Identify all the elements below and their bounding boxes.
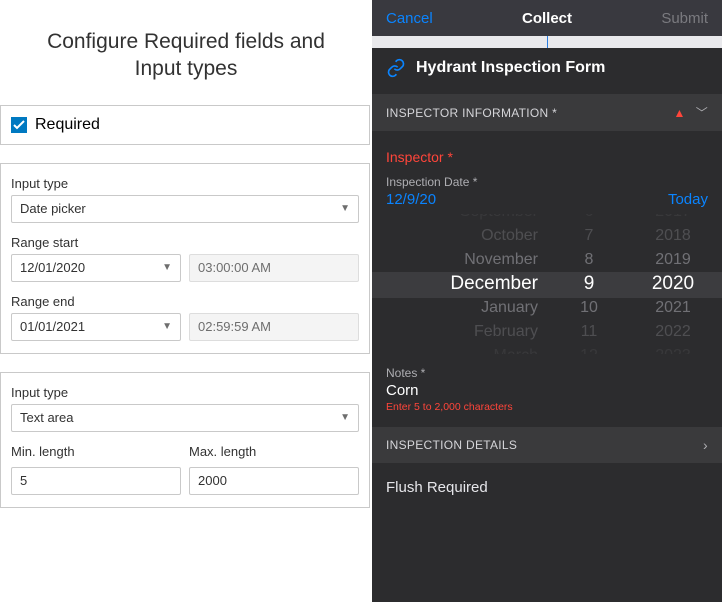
- chevron-down-icon: ▼: [162, 321, 172, 332]
- max-length-value: 2000: [198, 473, 227, 488]
- section-details-label: INSPECTION DETAILS: [386, 438, 517, 452]
- min-length-label: Min. length: [11, 444, 181, 459]
- section-details[interactable]: INSPECTION DETAILS ›: [372, 427, 722, 463]
- inspection-date-value[interactable]: 12/9/20: [386, 191, 436, 208]
- min-length-value: 5: [20, 473, 27, 488]
- form-title: Hydrant Inspection Form: [416, 59, 605, 77]
- range-start-label: Range start: [11, 235, 359, 250]
- chevron-down-icon: ▼: [162, 262, 172, 273]
- input-type-value: Text area: [20, 410, 73, 425]
- chevron-down-icon: ▼: [340, 203, 350, 214]
- range-end-time[interactable]: 02:59:59 AM: [189, 313, 359, 341]
- section-inspector-label: INSPECTOR INFORMATION *: [386, 106, 557, 120]
- chevron-right-icon: ›: [703, 437, 708, 453]
- form-sheet: Hydrant Inspection Form INSPECTOR INFORM…: [372, 44, 722, 602]
- input-type-label: Input type: [11, 176, 359, 191]
- range-start-date[interactable]: 12/01/2020 ▼: [11, 254, 181, 282]
- range-end-time-value: 02:59:59 AM: [198, 319, 271, 334]
- inspection-date-label: Inspection Date *: [386, 175, 708, 189]
- input-type-select-text[interactable]: Text area ▼: [11, 404, 359, 432]
- required-panel: Required: [0, 105, 370, 145]
- flush-required-row[interactable]: Flush Required: [372, 463, 722, 512]
- date-picker[interactable]: September October November December Janu…: [372, 214, 722, 354]
- form-header: Hydrant Inspection Form: [372, 44, 722, 94]
- input-type-label: Input type: [11, 385, 359, 400]
- required-label: Required: [35, 116, 100, 134]
- notes-input[interactable]: Corn: [386, 382, 708, 399]
- text-input-panel: Input type Text area ▼ Min. length 5 Max…: [0, 372, 370, 508]
- required-checkbox[interactable]: [11, 117, 27, 133]
- cancel-button[interactable]: Cancel: [386, 10, 433, 27]
- max-length-input[interactable]: 2000: [189, 467, 359, 495]
- date-input-panel: Input type Date picker ▼ Range start 12/…: [0, 163, 370, 354]
- max-length-label: Max. length: [189, 444, 359, 459]
- range-start-date-value: 12/01/2020: [20, 260, 85, 275]
- map-strip: [372, 36, 722, 48]
- range-end-date-value: 01/01/2021: [20, 319, 85, 334]
- chevron-down-icon: ▼: [340, 412, 350, 423]
- input-type-select[interactable]: Date picker ▼: [11, 195, 359, 223]
- submit-button[interactable]: Submit: [661, 10, 708, 27]
- warning-icon: ▲: [674, 106, 686, 120]
- range-start-time[interactable]: 03:00:00 AM: [189, 254, 359, 282]
- nav-bar: Cancel Collect Submit: [372, 0, 722, 36]
- range-start-time-value: 03:00:00 AM: [198, 260, 271, 275]
- notes-label: Notes *: [386, 366, 708, 380]
- section-inspector[interactable]: INSPECTOR INFORMATION * ▲ ﹀: [372, 94, 722, 131]
- input-type-value: Date picker: [20, 201, 86, 216]
- range-end-date[interactable]: 01/01/2021 ▼: [11, 313, 181, 341]
- notes-hint: Enter 5 to 2,000 characters: [386, 401, 708, 413]
- today-button[interactable]: Today: [668, 191, 708, 208]
- range-end-label: Range end: [11, 294, 359, 309]
- link-icon: [386, 58, 406, 78]
- inspector-label: Inspector *: [386, 149, 708, 165]
- chevron-down-icon: ﹀: [696, 104, 708, 121]
- nav-title: Collect: [522, 10, 572, 27]
- min-length-input[interactable]: 5: [11, 467, 181, 495]
- page-title: Configure Required fields and Input type…: [0, 0, 372, 105]
